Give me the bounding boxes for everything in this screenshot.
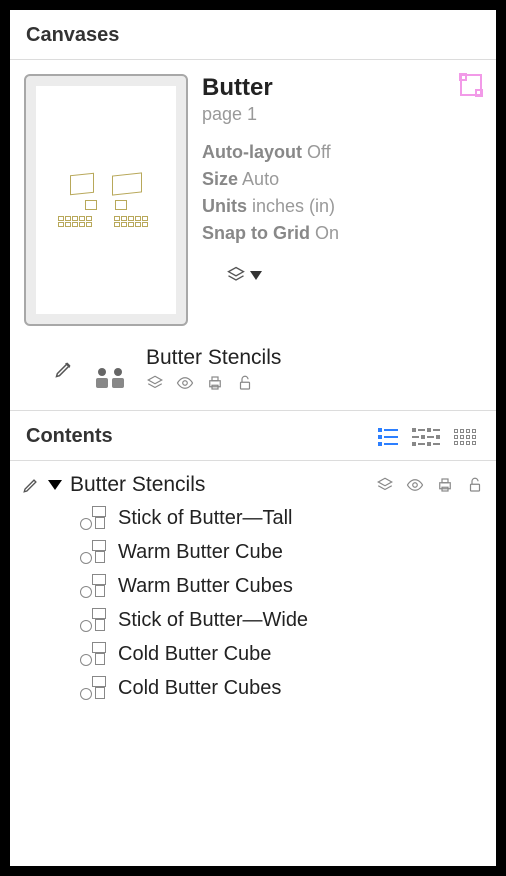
layers-icon[interactable]	[376, 476, 394, 494]
tree-item-label: Warm Butter Cubes	[118, 575, 293, 598]
canvas-layers-dropdown[interactable]	[226, 265, 482, 285]
canvases-title: Canvases	[26, 24, 119, 47]
tree-root-label: Butter Stencils	[70, 473, 205, 497]
view-sliders-icon[interactable]	[412, 428, 440, 446]
unlock-icon[interactable]	[236, 374, 254, 392]
group-icon	[78, 642, 106, 666]
print-icon[interactable]	[206, 374, 224, 392]
canvas-info: Butter page 1 Auto-layout Off Size Auto …	[202, 74, 482, 326]
frame-icon[interactable]	[460, 74, 482, 96]
group-icon	[78, 574, 106, 598]
canvas-subtitle: page 1	[202, 104, 273, 125]
contents-title: Contents	[26, 425, 113, 448]
view-grid-icon[interactable]	[454, 429, 480, 445]
stencil-title: Butter Stencils	[146, 346, 480, 370]
tree-item-label: Cold Butter Cube	[118, 643, 271, 666]
stencil-thumbnail	[88, 350, 132, 388]
group-icon	[78, 506, 106, 530]
tree-item[interactable]: Cold Butter Cube	[22, 637, 484, 671]
unlock-icon[interactable]	[466, 476, 484, 494]
canvas-block: Butter page 1 Auto-layout Off Size Auto …	[10, 60, 496, 340]
canvas-thumbnail[interactable]	[24, 74, 188, 326]
inspector-panel: Canvases Butter page 1	[10, 10, 496, 866]
tree-item[interactable]: Warm Butter Cubes	[22, 569, 484, 603]
tree-item[interactable]: Stick of Butter—Wide	[22, 603, 484, 637]
eye-icon[interactable]	[176, 374, 194, 392]
pencil-icon[interactable]	[54, 359, 74, 379]
group-icon	[78, 608, 106, 632]
tree-item[interactable]: Stick of Butter—Tall	[22, 501, 484, 535]
disclosure-triangle-icon[interactable]	[48, 480, 62, 490]
print-icon[interactable]	[436, 476, 454, 494]
group-icon	[78, 540, 106, 564]
prop-autolayout: Auto-layout Off	[202, 139, 482, 166]
view-list-icon[interactable]	[378, 428, 398, 446]
layers-icon	[226, 265, 246, 285]
group-icon	[78, 676, 106, 700]
tree-item[interactable]: Warm Butter Cube	[22, 535, 484, 569]
prop-size: Size Auto	[202, 166, 482, 193]
layers-icon[interactable]	[146, 374, 164, 392]
eye-icon[interactable]	[406, 476, 424, 494]
tree-item-label: Warm Butter Cube	[118, 541, 283, 564]
canvases-header: Canvases	[10, 10, 496, 60]
tree-item-label: Stick of Butter—Wide	[118, 609, 308, 632]
tree-root-row[interactable]: Butter Stencils	[22, 469, 484, 501]
stencil-row[interactable]: Butter Stencils	[10, 340, 496, 410]
prop-units: Units inches (in)	[202, 193, 482, 220]
thumbnail-preview	[36, 86, 176, 314]
canvas-title: Butter	[202, 74, 273, 102]
contents-header: Contents	[10, 410, 496, 461]
tree-item-label: Cold Butter Cubes	[118, 677, 281, 700]
pencil-icon[interactable]	[22, 476, 40, 494]
tree-item[interactable]: Cold Butter Cubes	[22, 671, 484, 705]
chevron-down-icon	[250, 271, 262, 280]
contents-tree: Butter Stencils Stick of Butter—Tall War…	[10, 461, 496, 713]
prop-snap: Snap to Grid On	[202, 220, 482, 247]
tree-item-label: Stick of Butter—Tall	[118, 507, 293, 530]
